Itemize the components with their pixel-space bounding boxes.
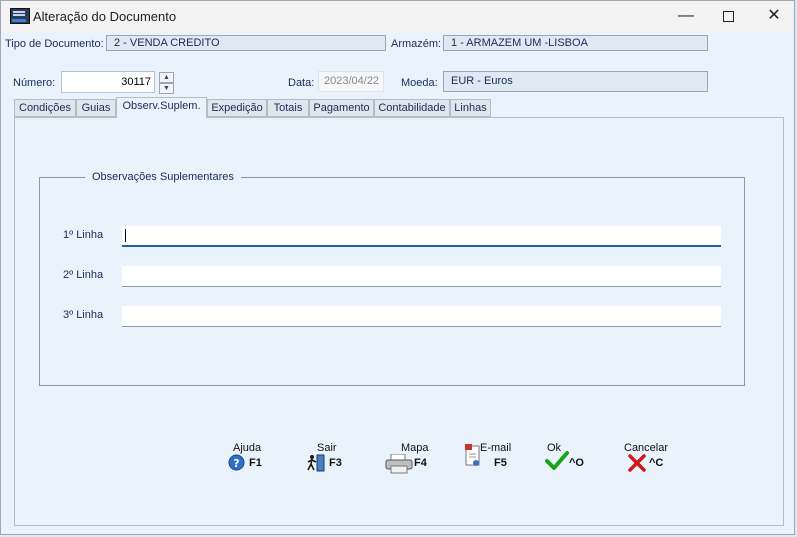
app-logo-icon bbox=[10, 8, 30, 24]
cancelar-button[interactable]: Cancelar ^C bbox=[623, 442, 683, 478]
observacoes-group-title: Observações Suplementares bbox=[85, 171, 241, 183]
ajuda-caption: Ajuda bbox=[233, 442, 262, 454]
document-window: Alteração do Documento — ✕ Tipo de Docum… bbox=[0, 0, 795, 535]
linha-1-label: 1º Linha bbox=[63, 229, 104, 241]
chevron-up-icon: ▲ bbox=[163, 74, 170, 81]
linha-3-input[interactable] bbox=[122, 306, 721, 327]
data-label: Data: bbox=[288, 77, 315, 89]
armazem-field: 1 - ARMAZEM UM -LISBOA bbox=[443, 35, 708, 51]
chevron-down-icon: ▼ bbox=[163, 85, 170, 92]
tab-guias[interactable]: Guias bbox=[76, 99, 116, 117]
mapa-key: F4 bbox=[414, 457, 427, 469]
numero-spin-down[interactable]: ▼ bbox=[159, 83, 174, 94]
linha-1-input[interactable] bbox=[122, 226, 721, 247]
numero-spin-up[interactable]: ▲ bbox=[159, 72, 174, 83]
linha-2-label: 2º Linha bbox=[63, 269, 104, 281]
numero-input[interactable]: 30117 bbox=[61, 71, 155, 93]
mapa-button[interactable]: Mapa F4 bbox=[382, 442, 432, 478]
tab-totais[interactable]: Totais bbox=[267, 99, 309, 117]
exit-door-icon bbox=[307, 454, 325, 472]
data-field: 2023/04/22 bbox=[318, 71, 384, 92]
tab-observ-suplem[interactable]: Observ.Suplem. bbox=[116, 97, 207, 118]
tab-linhas[interactable]: Linhas bbox=[450, 99, 491, 117]
tipo-documento-label: Tipo de Documento: bbox=[5, 38, 104, 50]
linha-3-label: 3º Linha bbox=[63, 309, 104, 321]
tipo-documento-field: 2 - VENDA CREDITO bbox=[106, 35, 386, 51]
check-icon bbox=[545, 451, 569, 470]
window-title: Alteração do Documento bbox=[33, 9, 177, 24]
email-caption: E-mail bbox=[480, 442, 512, 454]
linha-2-input[interactable] bbox=[122, 266, 721, 287]
cancel-x-icon bbox=[628, 454, 646, 472]
tab-contabilidade[interactable]: Contabilidade bbox=[374, 99, 450, 117]
sair-key: F3 bbox=[329, 457, 342, 469]
cancelar-key: ^C bbox=[649, 457, 664, 469]
maximize-button[interactable] bbox=[706, 3, 750, 29]
svg-text:?: ? bbox=[233, 457, 239, 470]
ok-button[interactable]: Ok ^O bbox=[544, 442, 594, 478]
printer-icon bbox=[385, 454, 413, 474]
tab-condicoes[interactable]: Condições bbox=[14, 99, 76, 117]
numero-label: Número: bbox=[13, 77, 56, 89]
moeda-label: Moeda: bbox=[401, 77, 438, 89]
minimize-button[interactable]: — bbox=[664, 3, 708, 29]
mapa-caption: Mapa bbox=[401, 442, 429, 454]
sair-button[interactable]: Sair F3 bbox=[303, 442, 353, 478]
close-button[interactable]: ✕ bbox=[752, 3, 796, 29]
email-document-icon bbox=[465, 444, 480, 466]
ajuda-button[interactable]: Ajuda ? F1 bbox=[225, 442, 275, 478]
sair-caption: Sair bbox=[317, 442, 337, 454]
title-bar[interactable]: Alteração do Documento — ✕ bbox=[1, 1, 794, 32]
email-button[interactable]: E-mail F5 bbox=[462, 442, 512, 478]
ok-key: ^O bbox=[569, 457, 584, 469]
ajuda-key: F1 bbox=[249, 457, 262, 469]
help-icon: ? bbox=[228, 454, 245, 471]
armazem-label: Armazém: bbox=[391, 38, 442, 50]
cancelar-caption: Cancelar bbox=[624, 442, 669, 454]
tab-pagamento[interactable]: Pagamento bbox=[309, 99, 374, 117]
email-key: F5 bbox=[494, 457, 507, 469]
moeda-field: EUR - Euros bbox=[443, 71, 708, 92]
maximize-icon bbox=[722, 11, 734, 22]
tab-expedicao[interactable]: Expedição bbox=[207, 99, 267, 117]
text-caret bbox=[125, 229, 126, 242]
